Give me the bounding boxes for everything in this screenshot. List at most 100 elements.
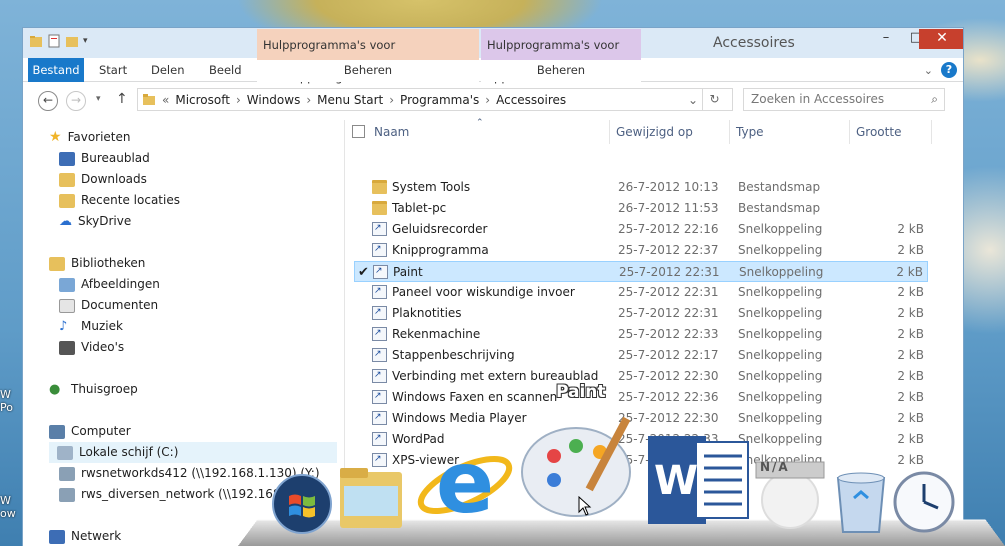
shortcut-icon: [372, 281, 387, 302]
file-row[interactable]: Stappenbeschrijving 25-7-2012 22:17 Snelko…: [354, 344, 928, 366]
title-bar: ▾ Hulpprogramma's voor snelkoppelingen H…: [23, 28, 963, 84]
file-name: Tablet-pc: [392, 201, 447, 215]
file-row[interactable]: ✔ Paint 25-7-2012 22:31 Snelkoppeling 2 kB: [354, 261, 928, 282]
file-type: Bestandsmap: [738, 180, 821, 194]
new-folder-icon[interactable]: [65, 34, 79, 48]
file-type: Snelkoppeling: [738, 243, 823, 257]
nav-item-local-disk[interactable]: Lokale schijf (C:): [49, 442, 337, 463]
na-label: N/A: [760, 460, 790, 474]
mouse-cursor-icon: [578, 496, 592, 516]
select-all-checkbox[interactable]: [352, 125, 365, 138]
nav-item-bureaublad[interactable]: Bureaublad: [59, 148, 150, 169]
address-bar[interactable]: « Microsoft › Windows › Menu Start › Progra…: [137, 88, 733, 111]
tab-bestand[interactable]: Bestand: [28, 58, 84, 82]
file-size: 2 kB: [897, 222, 924, 236]
minimize-button[interactable]: –: [871, 29, 901, 49]
file-row[interactable]: Geluidsrecorder 25-7-2012 22:16 Snelkoppel…: [354, 218, 928, 240]
computer-icon: [49, 424, 65, 439]
nav-network[interactable]: Netwerk: [49, 526, 121, 546]
file-size: 2 kB: [897, 390, 924, 404]
expand-ribbon-icon[interactable]: ⌄: [924, 64, 933, 77]
file-name: Plaknotities: [392, 306, 462, 320]
file-date: 25-7-2012 22:36: [618, 390, 719, 404]
column-header-type[interactable]: Type: [730, 120, 850, 144]
search-input[interactable]: Zoeken in Accessoires ⌕: [743, 88, 945, 111]
breadcrumb-item[interactable]: Programma's: [400, 93, 479, 107]
tab-delen[interactable]: Delen: [151, 58, 185, 82]
file-type: Snelkoppeling: [738, 390, 823, 404]
customize-qat-icon[interactable]: ▾: [83, 36, 88, 46]
nav-computer[interactable]: Computer: [49, 421, 131, 442]
file-size: 2 kB: [896, 265, 923, 279]
file-type: Snelkoppeling: [738, 411, 823, 425]
nav-item-recent[interactable]: Recente locaties: [59, 190, 180, 211]
column-header-name[interactable]: Naam ⌃: [346, 118, 610, 144]
row-checkbox-checked[interactable]: ✔: [358, 262, 369, 283]
na-badge-icon[interactable]: N/A: [752, 460, 828, 530]
recent-locations-icon[interactable]: ▾: [96, 94, 101, 104]
network-drive-icon: [59, 466, 75, 481]
breadcrumb-item[interactable]: Menu Start: [317, 93, 383, 107]
desktop-icon-label-fragment: Wow: [0, 494, 16, 520]
properties-icon[interactable]: [47, 34, 61, 48]
word-icon[interactable]: W: [646, 432, 750, 528]
file-row[interactable]: Rekenmachine 25-7-2012 22:33 Snelkoppeling…: [354, 323, 928, 345]
file-row[interactable]: Windows Faxen en scannen 25-7-2012 22:36 S…: [354, 386, 928, 408]
tab-beheren-shortcut[interactable]: Beheren: [257, 58, 479, 82]
clock-icon[interactable]: [892, 470, 956, 534]
tab-start[interactable]: Start: [99, 58, 127, 82]
nav-item-documenten[interactable]: Documenten: [59, 295, 158, 316]
breadcrumb-item[interactable]: Microsoft: [175, 93, 230, 107]
file-row[interactable]: Plaknotities 25-7-2012 22:31 Snelkoppeling…: [354, 302, 928, 324]
windows-start-icon[interactable]: [270, 472, 334, 536]
file-name: Stappenbeschrijving: [392, 348, 515, 362]
recycle-bin-icon[interactable]: [832, 470, 890, 534]
explorer-folder-icon[interactable]: [336, 462, 406, 532]
nav-item-skydrive[interactable]: ☁ SkyDrive: [59, 211, 131, 232]
nav-libraries[interactable]: Bibliotheken: [49, 253, 145, 274]
context-tab-app-tools[interactable]: Hulpprogramma's voor apps: [481, 29, 641, 84]
breadcrumb-item[interactable]: Windows: [247, 93, 301, 107]
shortcut-icon: [372, 365, 387, 386]
drive-icon: [57, 445, 73, 460]
nav-item-downloads[interactable]: Downloads: [59, 169, 147, 190]
context-tab-shortcut-tools[interactable]: Hulpprogramma's voor snelkoppelingen: [257, 29, 479, 84]
help-icon[interactable]: ?: [941, 62, 957, 78]
refresh-icon[interactable]: ↻: [702, 89, 726, 110]
file-row[interactable]: Verbinding met extern bureaublad25-7-201…: [354, 365, 928, 387]
up-arrow-icon[interactable]: ↑: [116, 91, 128, 107]
tab-beheren-app[interactable]: Beheren: [481, 58, 641, 82]
file-row[interactable]: Paneel voor wiskundige invoer 25-7-2012 2…: [354, 281, 928, 303]
downloads-folder-icon: [59, 172, 75, 187]
address-dropdown-icon[interactable]: ⌄: [688, 93, 698, 107]
nav-item-videos[interactable]: Video's: [59, 337, 124, 358]
column-header-size[interactable]: Grootte: [850, 120, 932, 144]
cloud-icon: ☁: [59, 214, 72, 229]
column-header-modified[interactable]: Gewijzigd op: [610, 120, 730, 144]
forward-button[interactable]: →: [66, 91, 86, 111]
shortcut-icon: [372, 407, 387, 428]
breadcrumb-overflow[interactable]: «: [162, 93, 169, 107]
close-button[interactable]: ✕: [919, 29, 963, 49]
shortcut-icon: [372, 344, 387, 365]
file-type: Snelkoppeling: [738, 306, 823, 320]
file-date: 25-7-2012 22:31: [619, 265, 720, 279]
back-button[interactable]: ←: [38, 91, 58, 111]
nav-item-afbeeldingen[interactable]: Afbeeldingen: [59, 274, 160, 295]
file-row[interactable]: Knipprogramma 25-7-2012 22:37 Snelkoppelin…: [354, 239, 928, 261]
internet-explorer-icon[interactable]: e: [413, 430, 517, 540]
nav-homegroup[interactable]: ● Thuisgroep: [49, 379, 138, 400]
file-date: 26-7-2012 10:13: [618, 180, 719, 194]
file-size: 2 kB: [897, 432, 924, 446]
file-size: 2 kB: [897, 306, 924, 320]
file-type: Snelkoppeling: [738, 327, 823, 341]
pictures-icon: [59, 277, 75, 292]
tab-beeld[interactable]: Beeld: [209, 58, 242, 82]
breadcrumb-item[interactable]: Accessoires: [496, 93, 566, 107]
file-size: 2 kB: [897, 243, 924, 257]
file-row[interactable]: System Tools 26-7-2012 10:13 Bestandsmap: [354, 177, 928, 198]
file-row[interactable]: Tablet-pc 26-7-2012 11:53 Bestandsmap: [354, 198, 928, 219]
shortcut-icon: [372, 323, 387, 344]
nav-favorites[interactable]: ★ Favorieten: [49, 127, 131, 148]
nav-item-muziek[interactable]: ♪ Muziek: [59, 316, 123, 337]
